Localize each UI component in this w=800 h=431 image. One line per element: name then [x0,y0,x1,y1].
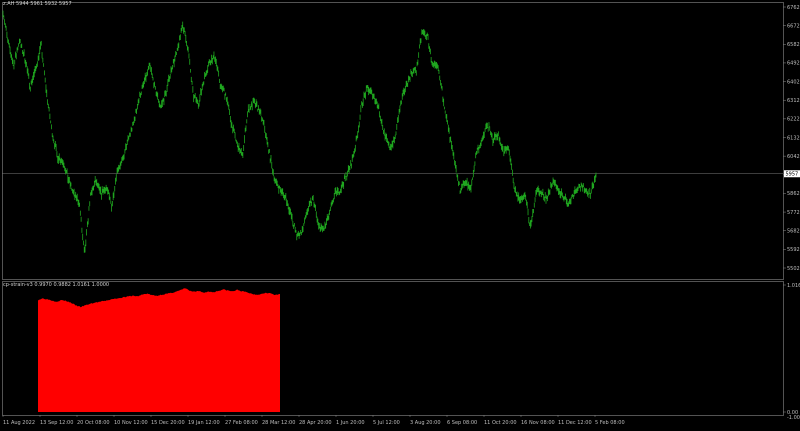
chart-window[interactable]: 6762667265826492640263126222613260425952… [0,0,800,427]
x-tick-label: 28 Apr 20:00 [299,420,332,426]
y-tick-label: 6222 [787,117,800,123]
x-tick-label: 19 Jan 12:00 [188,420,220,426]
x-tick-label: 10 Nov 12:00 [114,420,148,426]
price-series [2,10,597,253]
y-tick-label: 6402 [787,79,800,85]
x-tick-label: 15 Dec 20:00 [151,420,185,426]
indicator-y-tick-label: -1.0000 [787,415,800,421]
x-tick-label: 11 Dec 12:00 [558,420,592,426]
x-tick-label: 3 Aug 20:00 [410,420,441,426]
y-tick-label: 5502 [787,266,800,272]
x-tick-label: 13 Sep 12:00 [40,420,73,426]
y-tick-label: 5772 [787,210,800,216]
y-tick-label: 6492 [787,61,800,67]
x-tick-label: 1 Jun 20:00 [336,420,365,426]
x-tick-label: 20 Oct 08:00 [77,420,110,426]
y-tick-label: 6312 [787,98,800,104]
y-tick-label: 5592 [787,247,800,253]
y-tick-label: 6042 [787,154,800,160]
chart-canvas[interactable]: 6762667265826492640263126222613260425952… [0,0,800,427]
x-tick-label: 11 Aug 2022 [3,420,35,426]
main-pane-header: z.AH 5944 5961 5932 5957 [3,1,72,7]
current-price-label: 5957 [786,172,799,178]
y-tick-label: 6582 [787,42,800,48]
x-tick-label: 28 Mar 12:00 [262,420,295,426]
x-tick-label: 5 Jul 12:00 [373,420,400,426]
y-tick-label: 6672 [787,23,800,29]
x-tick-label: 16 Nov 08:00 [521,420,555,426]
y-tick-label: 5862 [787,191,800,197]
x-tick-label: 27 Feb 08:00 [225,420,258,426]
x-tick-label: 5 Feb 08:00 [595,420,625,426]
y-tick-label: 6762 [787,5,800,11]
y-tick-label: 5682 [787,229,800,235]
indicator-y-tick-label: 1.0161 [787,283,800,289]
y-tick-label: 6132 [787,135,800,141]
indicator-area [38,288,280,412]
indicator-pane-header: cp-strain-v3 0.9970 0.9882 1.0161 1.0000 [3,282,110,288]
x-tick-label: 11 Oct 20:00 [484,420,517,426]
x-tick-label: 6 Sep 08:00 [447,420,477,426]
